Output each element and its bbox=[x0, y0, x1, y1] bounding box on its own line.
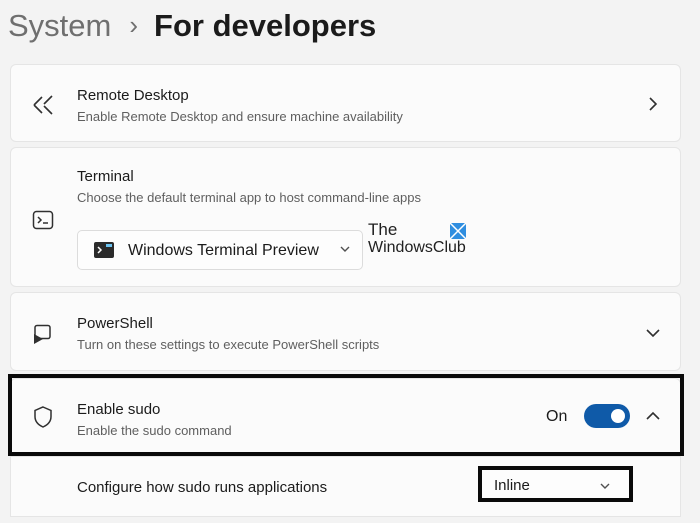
windows-terminal-icon bbox=[94, 242, 114, 258]
default-terminal-dropdown[interactable]: Windows Terminal Preview bbox=[77, 230, 363, 270]
remote-desktop-icon bbox=[31, 93, 55, 117]
breadcrumb: System › For developers bbox=[8, 4, 376, 48]
terminal-icon bbox=[31, 208, 55, 232]
page-title: For developers bbox=[154, 8, 377, 43]
powershell-title: PowerShell bbox=[77, 315, 153, 332]
breadcrumb-system-link[interactable]: System bbox=[8, 8, 111, 44]
setting-powershell[interactable]: PowerShell Turn on these settings to exe… bbox=[10, 292, 681, 371]
windows-logo-icon bbox=[449, 222, 467, 240]
sudo-mode-value: Inline bbox=[494, 477, 530, 494]
sudo-mode-label: Configure how sudo runs applications bbox=[77, 479, 328, 496]
chevron-right-icon[interactable] bbox=[643, 94, 663, 114]
watermark-line1: The bbox=[368, 220, 398, 239]
remote-desktop-title: Remote Desktop bbox=[77, 87, 189, 104]
chevron-down-icon[interactable] bbox=[643, 323, 663, 343]
watermark-line2: WindowsClub bbox=[368, 239, 466, 256]
powershell-icon bbox=[31, 323, 55, 347]
sudo-mode-select[interactable]: Inline bbox=[478, 466, 633, 502]
thewindowsclub-watermark: The WindowsClub bbox=[368, 220, 478, 264]
chevron-down-icon bbox=[599, 479, 611, 491]
terminal-description: Choose the default terminal app to host … bbox=[77, 190, 421, 205]
setting-remote-desktop[interactable]: Remote Desktop Enable Remote Desktop and… bbox=[10, 64, 681, 142]
setting-terminal: Terminal Choose the default terminal app… bbox=[10, 147, 681, 287]
remote-desktop-description: Enable Remote Desktop and ensure machine… bbox=[77, 109, 403, 124]
default-terminal-value: Windows Terminal Preview bbox=[128, 242, 319, 259]
breadcrumb-separator: › bbox=[129, 9, 139, 40]
chevron-down-icon bbox=[338, 242, 352, 256]
terminal-title: Terminal bbox=[77, 168, 134, 185]
highlight-box bbox=[8, 374, 684, 456]
powershell-description: Turn on these settings to execute PowerS… bbox=[77, 337, 380, 352]
